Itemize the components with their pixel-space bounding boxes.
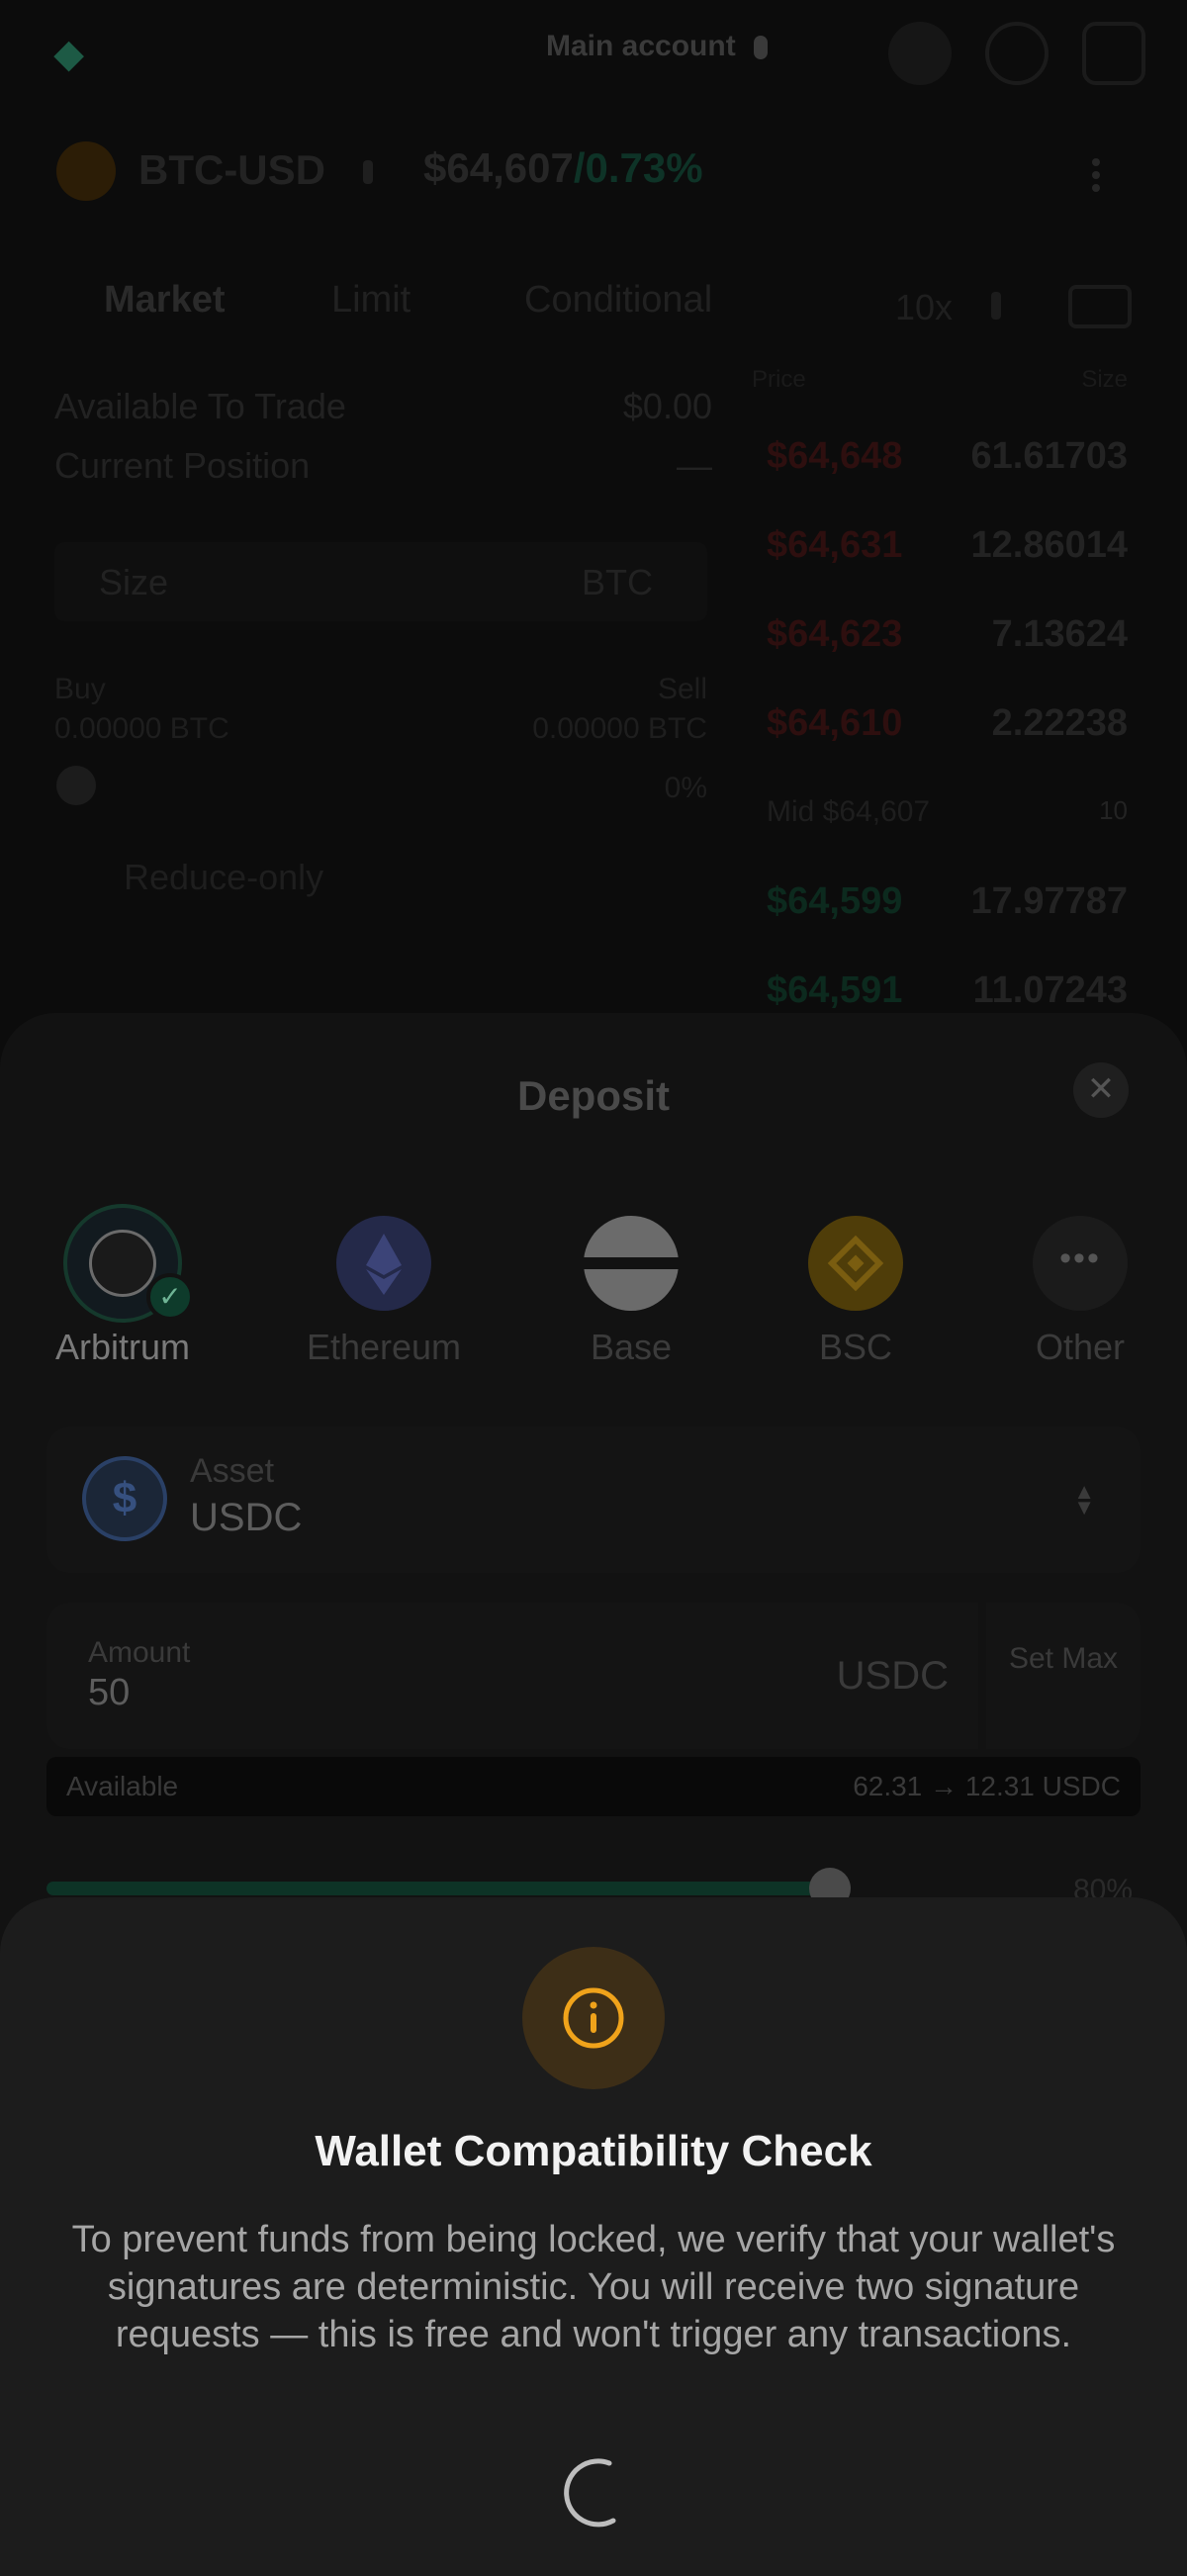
chevron-down-icon — [363, 160, 373, 184]
sort-icon: ▲ ▼ — [1073, 1479, 1095, 1519]
mid-price-row: Mid $64,607 10 — [767, 795, 1128, 828]
tab-conditional[interactable]: Conditional — [524, 279, 712, 322]
size-slider-knob[interactable] — [56, 766, 96, 805]
info-icon — [563, 1987, 624, 2049]
sort-icon — [991, 292, 1001, 320]
wallet-check-sheet: Wallet Compatibility Check To prevent fu… — [0, 1897, 1187, 2576]
size-pct: 0% — [664, 772, 707, 804]
amount-input[interactable]: Amount 50 USDC — [46, 1603, 978, 1749]
sell-value: 0.00000 BTC — [532, 712, 707, 745]
chain-label: Base — [590, 1327, 673, 1367]
close-icon[interactable]: ✕ — [1073, 1062, 1129, 1118]
loading-spinner-icon — [564, 2458, 616, 2528]
btc-icon — [56, 141, 116, 201]
buy-sell-labels: Buy Sell — [54, 673, 707, 706]
amount-label: Amount — [88, 1636, 191, 1669]
available-value: 62.31 → 12.31 USDC — [853, 1771, 1121, 1801]
chevron-down-icon — [753, 36, 768, 60]
wallet-check-description: To prevent funds from being locked, we v… — [71, 2219, 1116, 2355]
chain-other[interactable]: ••• Other — [986, 1216, 1174, 1368]
check-icon: ✓ — [146, 1273, 194, 1321]
wallet-icon[interactable] — [1082, 22, 1145, 85]
size-unit[interactable]: BTC — [582, 562, 653, 603]
bell-icon[interactable] — [985, 22, 1049, 85]
header-price: Price — [752, 366, 806, 393]
top-bar: ◆ Main account — [0, 0, 1187, 109]
ask-row[interactable]: $64,631 12.86014 — [752, 514, 1128, 574]
chain-label: BSC — [818, 1327, 893, 1367]
chain-label: Other — [1035, 1327, 1126, 1367]
app-logo: ◆ — [54, 34, 84, 75]
buy-label: Buy — [54, 673, 106, 705]
account-label: Main account — [546, 30, 736, 62]
chain-base[interactable]: Base — [537, 1216, 725, 1368]
tab-market[interactable]: Market — [104, 279, 226, 322]
available-value: $0.00 — [622, 386, 712, 426]
ask-row[interactable]: $64,648 61.61703 — [752, 425, 1128, 485]
size-label: Size — [99, 562, 169, 602]
chain-label: Arbitrum — [54, 1327, 191, 1367]
size-input[interactable]: Size BTC — [54, 542, 707, 621]
buy-value: 0.00000 BTC — [54, 712, 229, 745]
arbitrum-icon: ✓ — [63, 1204, 194, 1323]
info-icon-badge — [522, 1947, 665, 2089]
pair-symbol[interactable]: BTC-USD — [138, 146, 325, 194]
deposit-title: Deposit — [516, 1072, 670, 1119]
account-selector[interactable]: Main account — [546, 30, 768, 63]
asset-label: Asset — [190, 1452, 275, 1490]
set-max-button[interactable]: Set Max — [986, 1603, 1141, 1749]
amount-value: 50 — [88, 1672, 131, 1713]
orderbook-toggle-icon[interactable] — [1068, 285, 1132, 328]
buy-sell-values: 0.00000 BTC 0.00000 BTC — [54, 712, 707, 746]
ask-row[interactable]: $64,623 7.13624 — [752, 603, 1128, 663]
avatar-icon[interactable] — [888, 22, 952, 85]
chain-ethereum[interactable]: Ethereum — [290, 1216, 478, 1368]
reduce-only-toggle[interactable]: Reduce-only — [124, 857, 323, 898]
chain-bsc[interactable]: BSC — [762, 1216, 950, 1368]
pair-price: $64,607/0.73% — [423, 144, 703, 192]
ethereum-icon — [336, 1216, 431, 1311]
chain-label: Ethereum — [306, 1327, 462, 1367]
base-icon — [584, 1216, 679, 1311]
usdc-icon: $ — [82, 1456, 167, 1541]
sell-label: Sell — [657, 673, 707, 705]
bid-row[interactable]: $64,591 11.07243 — [752, 960, 1128, 1019]
available-balance-row: Available 62.31 → 12.31 USDC — [46, 1757, 1141, 1816]
leverage-selector[interactable]: 10x — [895, 287, 953, 328]
available-label: Available — [66, 1771, 179, 1801]
ask-row[interactable]: $64,610 2.22238 — [752, 692, 1128, 752]
price-value: $64,607 — [423, 144, 574, 191]
available-label: Available To Trade — [54, 386, 346, 426]
amount-unit: USDC — [836, 1654, 949, 1698]
chain-arbitrum[interactable]: ✓ Arbitrum — [29, 1204, 217, 1368]
more-icon: ••• — [1033, 1216, 1128, 1311]
price-change: /0.73% — [573, 144, 703, 191]
tab-limit[interactable]: Limit — [331, 279, 411, 322]
position-label: Current Position — [54, 445, 311, 486]
asset-selector[interactable]: $ Asset USDC ▲ ▼ — [46, 1426, 1141, 1573]
header-size: Size — [1081, 366, 1128, 393]
wallet-check-title: Wallet Compatibility Check — [315, 2127, 872, 2175]
amount-slider-track[interactable] — [46, 1882, 838, 1895]
bid-row[interactable]: $64,599 17.97787 — [752, 871, 1128, 930]
asset-value: USDC — [190, 1496, 303, 1539]
bsc-icon — [808, 1216, 903, 1311]
more-options-icon[interactable] — [1092, 158, 1100, 192]
position-value: — — [677, 445, 712, 486]
